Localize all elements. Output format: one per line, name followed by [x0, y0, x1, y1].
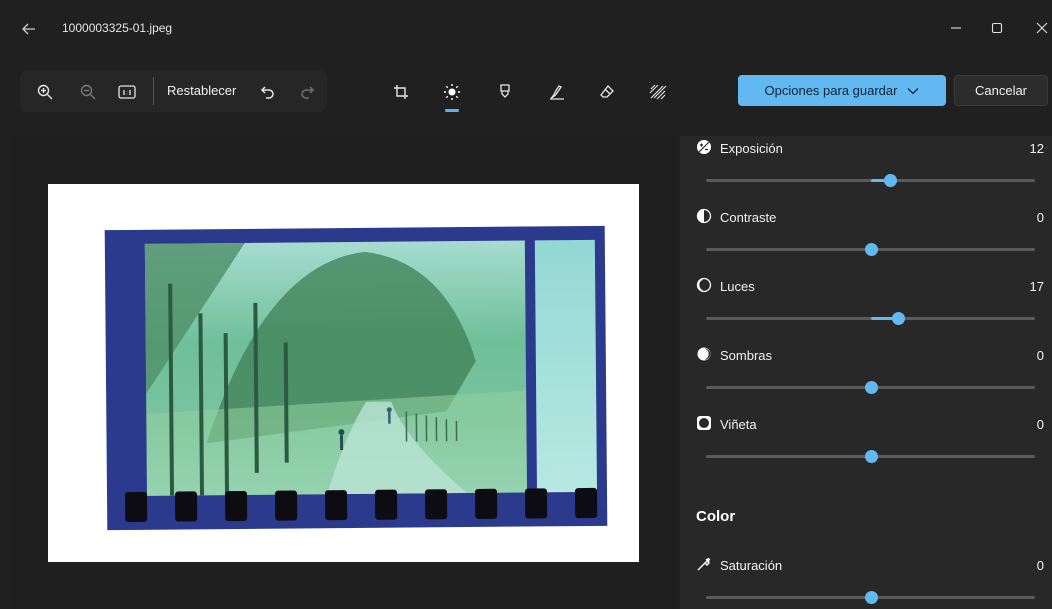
zoom-out-button[interactable] — [76, 80, 100, 104]
contrast-slider[interactable] — [706, 243, 1035, 256]
trees-illustration — [144, 242, 528, 496]
sprocket-hole — [374, 489, 398, 520]
actual-size-icon — [118, 85, 136, 99]
zoom-in-button[interactable] — [33, 80, 57, 104]
filters-icon — [649, 84, 667, 100]
sprocket-hole — [424, 489, 448, 520]
vignette-label: Viñeta — [720, 417, 757, 432]
adjustment-shadows: Sombras 0 — [680, 346, 1052, 412]
minimize-button[interactable] — [944, 16, 968, 40]
save-options-label: Opciones para guardar — [764, 83, 898, 98]
adjacent-frame — [534, 239, 598, 493]
brightness-icon — [444, 84, 460, 100]
maximize-icon — [991, 22, 1003, 34]
shadows-value: 0 — [1036, 348, 1044, 363]
vignette-slider-thumb[interactable] — [864, 450, 878, 463]
pen-icon — [550, 85, 564, 100]
shadows-icon — [697, 347, 711, 361]
contrast-value: 0 — [1036, 210, 1044, 225]
exposure-slider[interactable] — [706, 174, 1035, 187]
contrast-slider-thumb[interactable] — [864, 243, 878, 256]
photo-preview[interactable] — [48, 184, 639, 562]
contrast-icon — [696, 208, 712, 224]
toolbar-divider — [153, 77, 154, 105]
cancel-button[interactable]: Cancelar — [954, 75, 1048, 106]
sprocket-hole — [224, 490, 248, 522]
file-name: 1000003325-01.jpeg — [62, 21, 173, 35]
redo-button[interactable] — [295, 80, 319, 104]
adjustment-vignette: Viñeta 0 — [680, 415, 1052, 481]
color-section-title: Color — [696, 508, 736, 525]
back-button[interactable] — [18, 18, 40, 40]
reset-button[interactable]: Restablecer — [167, 83, 236, 98]
sprocket-hole — [474, 488, 498, 519]
saturation-slider[interactable] — [706, 591, 1035, 604]
title-bar: 1000003325-01.jpeg — [0, 0, 1052, 58]
saturation-value: 0 — [1036, 558, 1044, 573]
shadows-label: Sombras — [720, 348, 773, 363]
exposure-slider-thumb[interactable] — [884, 174, 898, 187]
highlights-label: Luces — [720, 279, 755, 294]
adjustment-exposure: Exposición 12 — [680, 139, 1052, 205]
tab-crop[interactable] — [389, 80, 413, 104]
exposure-label: Exposición — [720, 141, 783, 156]
sprocket-hole — [124, 491, 148, 523]
adjustment-contrast: Contraste 0 — [680, 208, 1052, 274]
tab-filters[interactable] — [646, 80, 670, 104]
undo-icon — [260, 86, 274, 99]
minimize-icon — [951, 27, 961, 29]
adjustment-saturation: Saturación 0 — [680, 556, 1052, 609]
adjustment-highlights: Luces 17 — [680, 277, 1052, 343]
exposure-value: 12 — [1029, 141, 1044, 156]
vignette-value: 0 — [1036, 417, 1044, 432]
shadows-slider[interactable] — [706, 381, 1035, 394]
saturation-label: Saturación — [720, 558, 783, 573]
sprocket-hole — [174, 491, 198, 522]
tab-adjust[interactable] — [440, 80, 464, 104]
highlights-slider-thumb[interactable] — [892, 312, 906, 325]
sprocket-hole — [524, 488, 548, 519]
zoom-in-icon — [37, 84, 53, 100]
maximize-button[interactable] — [985, 16, 1009, 40]
film-negative — [104, 225, 608, 531]
tab-draw[interactable] — [545, 80, 569, 104]
actual-size-button[interactable] — [115, 80, 139, 104]
sprocket-hole — [324, 490, 348, 521]
tab-erase[interactable] — [595, 80, 619, 104]
highlights-slider[interactable] — [706, 312, 1035, 325]
tab-markup[interactable] — [493, 80, 517, 104]
sprocket-hole — [574, 487, 598, 519]
crop-icon — [394, 85, 408, 99]
photo-scene — [144, 240, 528, 496]
chevron-down-icon — [908, 87, 919, 94]
adjustments-panel: Exposición 12 Contraste 0 Luces 17 Sombr… — [680, 136, 1052, 609]
highlighter-icon — [500, 84, 510, 98]
active-tab-indicator — [445, 109, 459, 112]
saturation-slider-thumb[interactable] — [864, 591, 878, 604]
vignette-icon — [697, 416, 711, 430]
close-button[interactable] — [1030, 16, 1052, 40]
back-arrow-icon — [22, 23, 35, 35]
sprocket-hole — [274, 490, 298, 521]
save-options-button[interactable]: Opciones para guardar — [738, 75, 946, 106]
shadows-slider-thumb[interactable] — [864, 381, 878, 394]
saturation-icon — [697, 557, 711, 571]
undo-button[interactable] — [256, 80, 280, 104]
vignette-slider[interactable] — [706, 450, 1035, 463]
eraser-icon — [600, 85, 614, 98]
highlights-icon — [696, 277, 712, 293]
contrast-label: Contraste — [720, 210, 777, 225]
close-icon — [1036, 22, 1048, 34]
exposure-icon — [697, 140, 711, 154]
zoom-out-icon — [80, 84, 96, 100]
redo-icon — [301, 86, 315, 99]
highlights-value: 17 — [1029, 279, 1044, 294]
